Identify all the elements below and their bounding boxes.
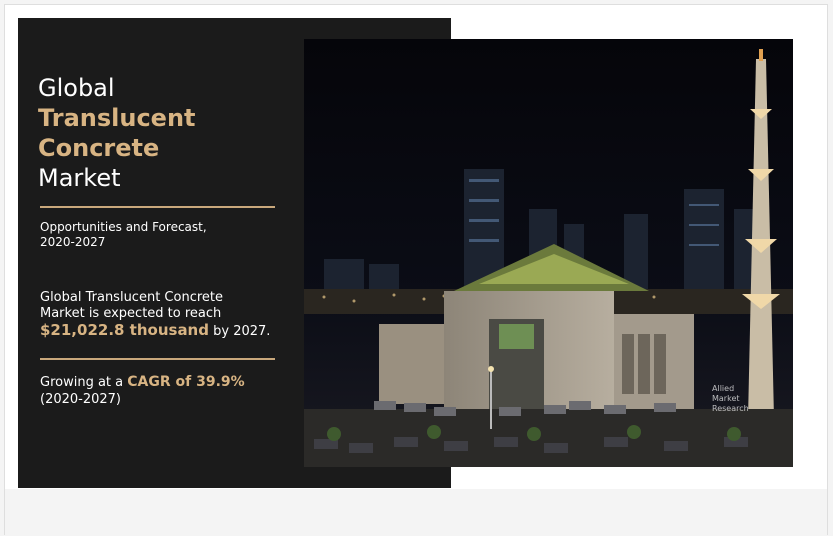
stat-line: Global Translucent Concrete — [40, 290, 223, 305]
publisher-watermark: Allied Market Research — [712, 384, 749, 414]
subtitle-line: Opportunities and Forecast, — [40, 220, 207, 234]
watermark-line: Research — [712, 404, 749, 413]
market-size-stat: Global Translucent Concrete Market is ex… — [40, 290, 285, 340]
title-line-concrete: Concrete — [38, 134, 160, 162]
forecast-subtitle: Opportunities and Forecast, 2020-2027 — [40, 220, 270, 250]
title-line-market: Market — [38, 164, 121, 192]
market-title: Global Translucent Concrete Market — [38, 73, 288, 193]
market-value: $21,022.8 thousand — [40, 321, 209, 339]
bottom-strip — [5, 489, 827, 535]
title-line-translucent: Translucent — [38, 104, 196, 132]
divider-rule — [40, 206, 275, 208]
cagr-period: (2020-2027) — [40, 392, 122, 407]
divider-rule — [40, 358, 275, 360]
cagr-prefix: Growing at a — [40, 375, 128, 390]
cagr-stat: Growing at a CAGR of 39.9% (2020-2027) — [40, 374, 285, 408]
subtitle-years: 2020-2027 — [40, 235, 106, 249]
watermark-line: Market — [712, 394, 740, 403]
stat-line: Market is expected to reach — [40, 306, 222, 321]
watermark-line: Allied — [712, 384, 735, 393]
cagr-value: CAGR of 39.9% — [127, 374, 245, 390]
stat-suffix: by 2027. — [208, 324, 271, 339]
title-line-global: Global — [38, 74, 115, 102]
